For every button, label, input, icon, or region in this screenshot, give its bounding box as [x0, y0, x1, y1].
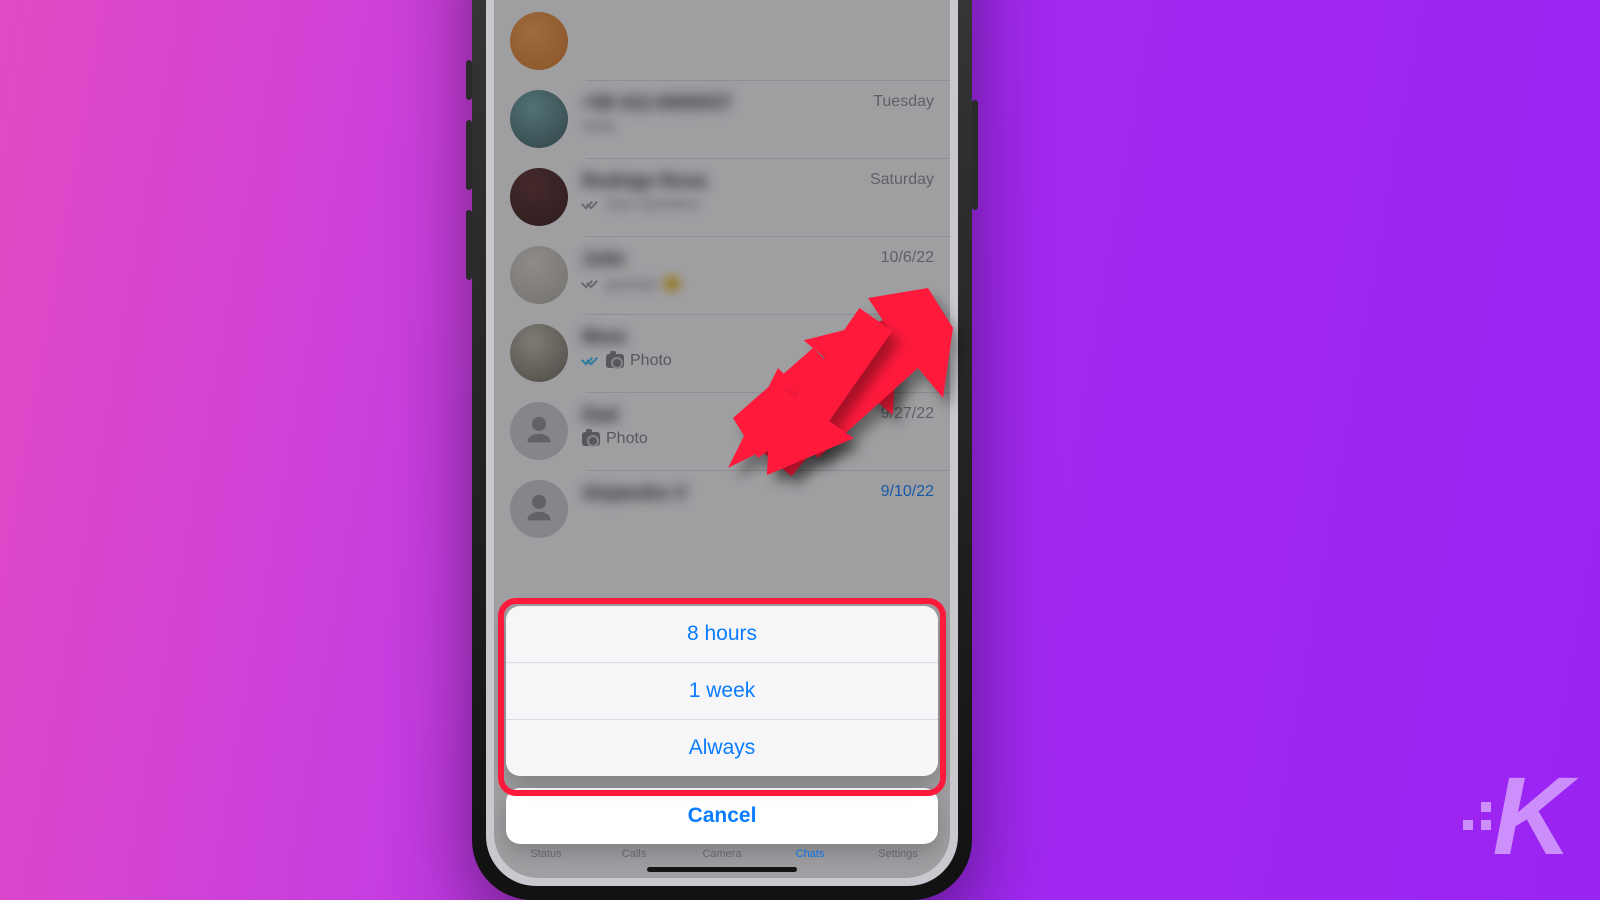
phone-frame: +58 412-0000037 Hola Tuesday Rodrigo Ros…	[472, 0, 972, 900]
option-1-week[interactable]: 1 week	[506, 662, 938, 719]
action-sheet-group: 8 hours 1 week Always	[506, 606, 938, 776]
option-8-hours[interactable]: 8 hours	[506, 606, 938, 662]
action-sheet: 8 hours 1 week Always Cancel	[506, 606, 938, 844]
watermark: K	[1463, 753, 1566, 880]
tab-camera[interactable]: Camera	[687, 848, 757, 860]
side-button-right	[972, 100, 978, 210]
home-indicator[interactable]	[647, 867, 797, 872]
tab-status[interactable]: Status	[511, 848, 581, 860]
tab-calls[interactable]: Calls	[599, 848, 669, 860]
tab-chats[interactable]: Chats	[775, 848, 845, 860]
side-button-left-2	[466, 120, 472, 190]
phone-screen: +58 412-0000037 Hola Tuesday Rodrigo Ros…	[494, 0, 950, 878]
side-button-left-1	[466, 60, 472, 100]
option-always[interactable]: Always	[506, 719, 938, 776]
watermark-letter: K	[1493, 753, 1566, 880]
cancel-button[interactable]: Cancel	[506, 788, 938, 844]
tab-bar: Status Calls Camera Chats Settings	[494, 842, 950, 860]
side-button-left-3	[466, 210, 472, 280]
tab-settings[interactable]: Settings	[863, 848, 933, 860]
